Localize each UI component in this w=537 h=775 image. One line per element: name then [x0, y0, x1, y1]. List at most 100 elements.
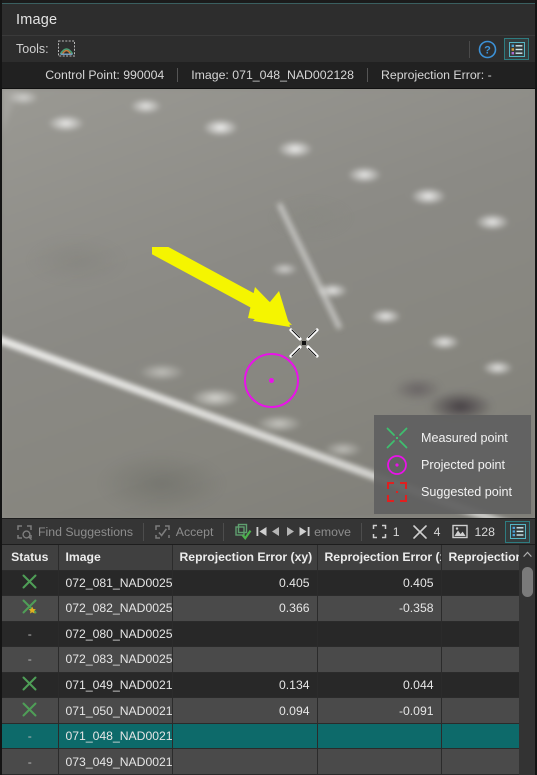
action-divider-2: [223, 522, 225, 541]
column-header-reprojection-error-x[interactable]: Reprojection Error (x): [317, 545, 442, 571]
remove-stack-check-icon: [235, 523, 252, 540]
chevron-up-icon[interactable]: [519, 545, 535, 563]
marker-legend: Measured point Projected point Suggested…: [374, 415, 531, 514]
table-row[interactable]: 072_081_NAD0025680.4050.405: [2, 570, 524, 597]
cell-reprojection-error-xy: [172, 748, 318, 775]
table-row[interactable]: 071_049_NAD0021270.1340.044: [2, 672, 524, 699]
cell-status: [2, 570, 59, 597]
measured-counter: 4: [406, 524, 447, 540]
cell-reprojection-error-y: [441, 570, 524, 597]
table-row[interactable]: -072_080_NAD002569: [2, 621, 524, 648]
scrollbar-thumb[interactable]: [522, 567, 533, 597]
cell-image: 072_080_NAD002569: [58, 621, 173, 648]
table-vertical-scrollbar[interactable]: [519, 545, 535, 775]
legend-item: Suggested point: [384, 479, 521, 506]
cell-reprojection-error-x: [317, 723, 442, 750]
measured-cross-icon: [412, 524, 427, 539]
legend-label: Measured point: [421, 430, 508, 445]
cell-status: [2, 697, 59, 724]
image-name-info: Image: 071_048_NAD002128: [191, 68, 354, 82]
control-point-count: 1: [392, 524, 400, 539]
table-list-icon[interactable]: [505, 520, 530, 543]
yellow-arrow-annotation: [152, 247, 292, 327]
control-point-bracket-icon: [372, 524, 387, 539]
points-table: Status Image Reprojection Error (xy) Rep…: [2, 545, 524, 775]
measured-count: 4: [433, 524, 441, 539]
cell-reprojection-error-x: -0.091: [317, 697, 442, 724]
tools-bar: Tools: ?: [2, 35, 535, 62]
cell-reprojection-error-y: [441, 697, 524, 724]
legend-label: Projected point: [421, 457, 506, 472]
projected-point-icon: [384, 452, 410, 478]
help-circle-icon[interactable]: ?: [476, 39, 498, 60]
cell-reprojection-error-y: [441, 621, 524, 648]
skip-last-icon[interactable]: [298, 522, 312, 542]
column-header-reprojection-error-xy[interactable]: Reprojection Error (xy): [172, 545, 318, 571]
measured-point-icon: [384, 425, 410, 451]
find-suggestions-button[interactable]: Find Suggestions: [10, 520, 139, 543]
table-row[interactable]: -072_083_NAD002566: [2, 646, 524, 673]
cell-status: -: [2, 748, 59, 775]
action-bar-right: [501, 520, 530, 543]
cell-image: 072_081_NAD002568: [58, 570, 173, 597]
measured-point-cross: [289, 328, 319, 358]
table-header-row: Status Image Reprojection Error (xy) Rep…: [2, 545, 524, 571]
cell-image: 072_082_NAD002567: [58, 595, 173, 622]
cell-status: -: [2, 621, 59, 648]
suggested-point-icon: [384, 479, 410, 505]
cell-reprojection-error-x: [317, 646, 442, 673]
reprojection-error-info: Reprojection Error: -: [380, 68, 492, 82]
cell-reprojection-error-xy: 0.366: [172, 595, 318, 622]
legend-item: Measured point: [384, 424, 521, 451]
accept-button[interactable]: Accept: [148, 520, 220, 543]
next-icon[interactable]: [283, 522, 297, 542]
cell-reprojection-error-y: [441, 748, 524, 775]
skip-first-icon[interactable]: [254, 522, 268, 542]
column-header-image[interactable]: Image: [58, 545, 173, 571]
table-row[interactable]: 072_082_NAD0025670.366-0.358: [2, 595, 524, 622]
cell-reprojection-error-y: [441, 723, 524, 750]
image-count: 128: [474, 524, 495, 539]
table-row[interactable]: -073_049_NAD002121: [2, 748, 524, 775]
cell-status: [2, 595, 59, 622]
image-viewport[interactable]: Measured point Projected point Suggested…: [2, 88, 535, 518]
column-header-reprojection-error-y[interactable]: Reprojection: [441, 545, 524, 571]
cell-status: -: [2, 723, 59, 750]
cell-image: 071_050_NAD002126: [58, 697, 173, 724]
control-point-info: Control Point: 990004: [45, 68, 165, 82]
cell-reprojection-error-xy: [172, 621, 318, 648]
accept-label: Accept: [175, 524, 214, 539]
cell-reprojection-error-x: [317, 621, 442, 648]
table-row[interactable]: -071_048_NAD002128: [2, 723, 524, 750]
cell-reprojection-error-x: -0.358: [317, 595, 442, 622]
remove-stack-button[interactable]: [228, 520, 254, 543]
cell-image: 071_048_NAD002128: [58, 723, 173, 750]
cell-reprojection-error-xy: 0.405: [172, 570, 318, 597]
cell-reprojection-error-xy: [172, 723, 318, 750]
remove-button[interactable]: emove: [312, 520, 357, 543]
cell-status: -: [2, 646, 59, 673]
tools-right-group: ?: [469, 38, 529, 60]
cell-status: [2, 672, 59, 699]
cell-reprojection-error-y: [441, 646, 524, 673]
cell-image: 071_049_NAD002127: [58, 672, 173, 699]
legend-list-icon[interactable]: [504, 38, 529, 60]
image-measure-icon[interactable]: [56, 39, 78, 60]
remove-label: emove: [314, 524, 352, 539]
cell-reprojection-error-xy: 0.134: [172, 672, 318, 699]
image-panel-window: Image Tools: ? Control Point: 990004 Ima…: [0, 0, 537, 775]
previous-icon[interactable]: [269, 522, 283, 542]
table-body: 072_081_NAD0025680.4050.405072_082_NAD00…: [2, 570, 524, 775]
action-divider-1: [143, 522, 144, 541]
legend-item: Projected point: [384, 451, 521, 478]
info-bar: Control Point: 990004 Image: 071_048_NAD…: [2, 62, 535, 88]
column-header-status[interactable]: Status: [2, 545, 59, 571]
svg-text:?: ?: [484, 44, 491, 56]
tools-label: Tools:: [16, 42, 49, 56]
action-toolbar: Find Suggestions Accept emove 1 4 128: [2, 518, 535, 545]
cell-image: 073_049_NAD002121: [58, 748, 173, 775]
legend-label: Suggested point: [421, 485, 513, 500]
projected-point-circle: [244, 353, 299, 408]
points-table-container[interactable]: Status Image Reprojection Error (xy) Rep…: [2, 545, 535, 775]
table-row[interactable]: 071_050_NAD0021260.094-0.091: [2, 697, 524, 724]
